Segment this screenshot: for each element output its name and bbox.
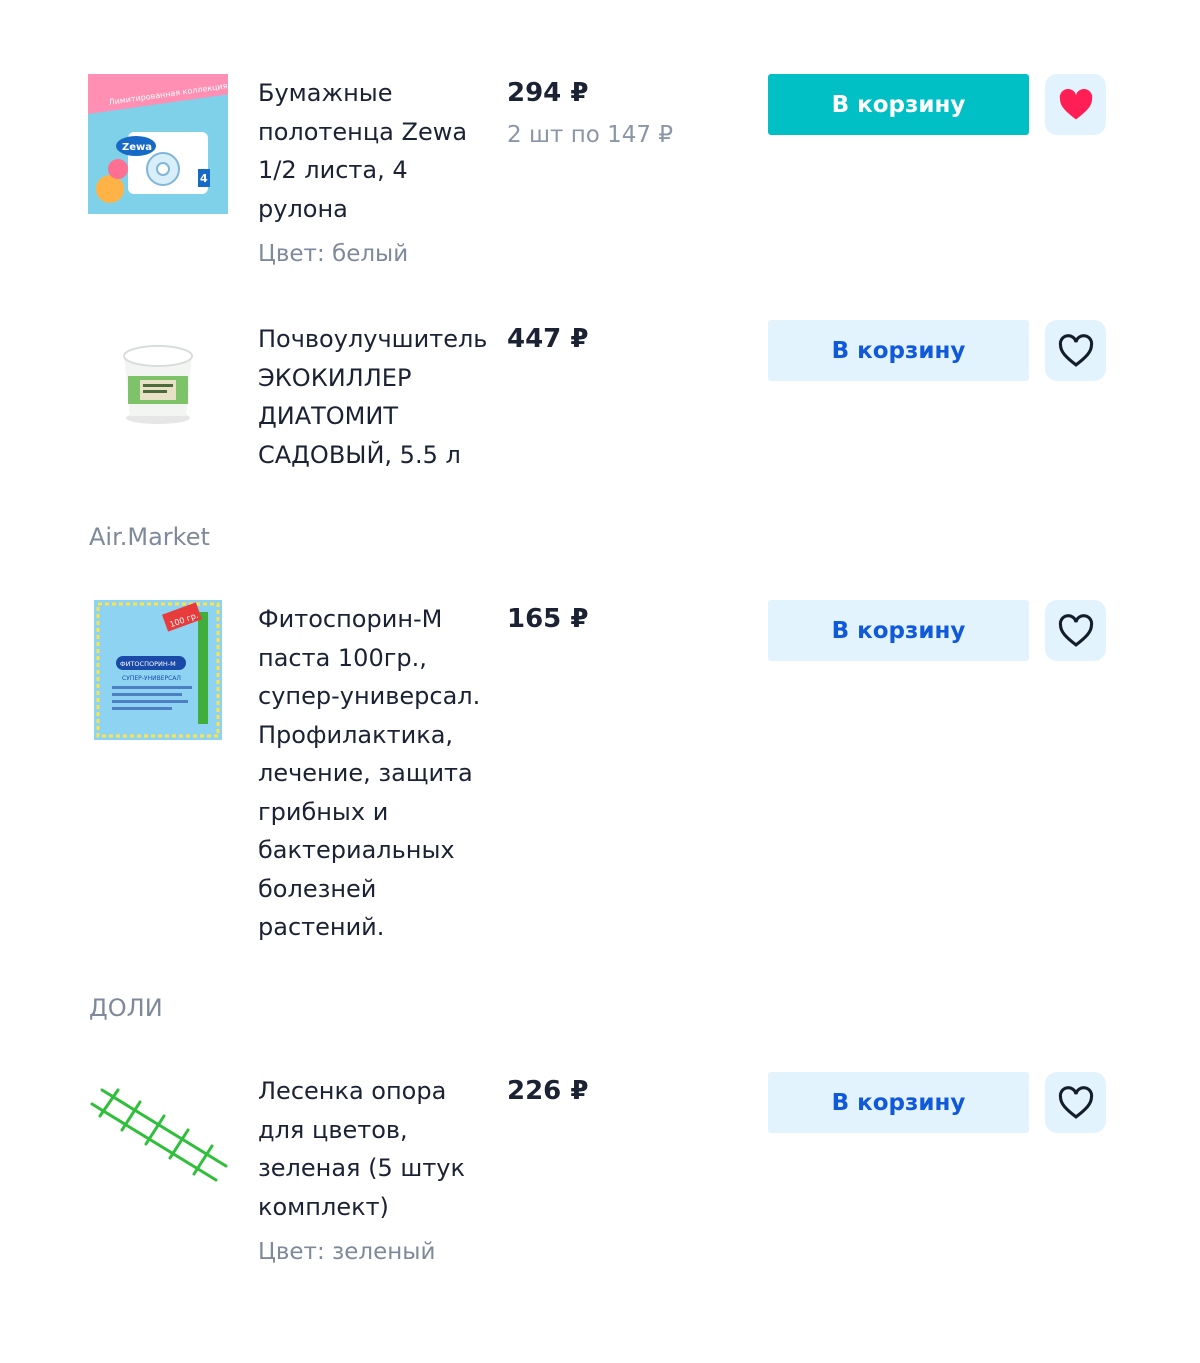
favorite-button[interactable] — [1045, 600, 1106, 661]
product-title[interactable]: Лесенка опора для цветов, зеленая (5 шту… — [258, 1072, 488, 1226]
favorite-button[interactable] — [1045, 1072, 1106, 1133]
product-image-trellis[interactable] — [88, 1072, 228, 1212]
product-price: 165 ₽ — [507, 604, 589, 634]
heart-outline-icon — [1058, 333, 1093, 367]
heart-outline-icon — [1058, 1085, 1093, 1119]
add-to-cart-button[interactable]: В корзину — [768, 1072, 1029, 1133]
add-to-cart-button[interactable]: В корзину — [768, 74, 1029, 135]
seller-name[interactable]: Air.Market — [89, 522, 210, 552]
thumb-count-text: 4 — [200, 172, 208, 185]
heart-filled-icon — [1059, 88, 1092, 120]
product-title[interactable]: Почвоулучшитель ЭКОКИЛЛЕР ДИАТОМИТ САДОВ… — [258, 320, 488, 474]
product-price: 447 ₽ — [507, 324, 589, 354]
product-color: Цвет: белый — [258, 241, 409, 267]
product-color: Цвет: зеленый — [258, 1239, 436, 1265]
product-unit-price: 2 шт по 147 ₽ — [507, 122, 673, 148]
product-color-wrapper: Цвет: зеленый — [258, 1233, 488, 1272]
thumb-sub-text: СУПЕР-УНИВЕРСАЛ — [122, 675, 181, 682]
favorite-button[interactable] — [1045, 320, 1106, 381]
thumb-brand-text: Zewa — [122, 142, 152, 153]
product-image-fitosporin[interactable]: 100 гр. ФИТОСПОРИН-М СУПЕР-УНИВЕРСАЛ — [94, 600, 222, 740]
thumb-brand-text: ФИТОСПОРИН-М — [120, 660, 176, 668]
favorite-button[interactable] — [1045, 74, 1106, 135]
product-image-zewa[interactable]: Лимитированная коллекция Zewa 4 — [88, 54, 228, 214]
product-title[interactable]: Бумажные полотенца Zewa 1/2 листа, 4 рул… — [258, 74, 488, 228]
product-image-diatomite[interactable] — [88, 320, 228, 460]
add-to-cart-button[interactable]: В корзину — [768, 320, 1029, 381]
product-price: 294 ₽ — [507, 78, 589, 108]
add-to-cart-button[interactable]: В корзину — [768, 600, 1029, 661]
heart-outline-icon — [1058, 613, 1093, 647]
product-title[interactable]: Фитоспорин-М паста 100гр., супер-универс… — [258, 600, 488, 947]
product-color-wrapper: Цвет: белый — [258, 235, 488, 274]
seller-name[interactable]: ДОЛИ — [89, 993, 163, 1023]
product-price: 226 ₽ — [507, 1076, 589, 1106]
